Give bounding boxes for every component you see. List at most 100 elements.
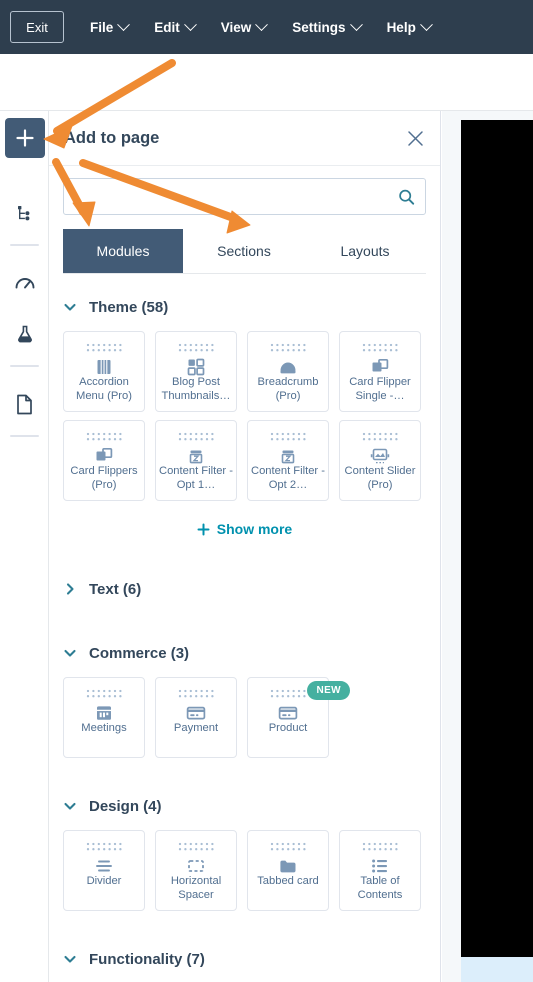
module-card[interactable]: Breadcrumb (Pro) <box>247 331 329 412</box>
module-card[interactable]: Card Flipper Single -… <box>339 331 421 412</box>
left-icon-rail <box>0 111 49 982</box>
menu-edit-label: Edit <box>154 19 180 35</box>
module-card-label: Accordion Menu (Pro) <box>76 376 132 402</box>
rail-optimize-button[interactable] <box>0 263 49 303</box>
drag-handle-icon <box>178 432 214 441</box>
module-card[interactable]: Meetings <box>63 677 145 758</box>
drag-handle[interactable] <box>362 430 398 441</box>
drag-handle[interactable] <box>86 840 122 851</box>
drag-handle[interactable] <box>270 430 306 441</box>
group-header-0[interactable]: Theme (58) <box>63 283 426 331</box>
sitemap-icon <box>17 206 29 221</box>
panel-header: Add to page <box>49 111 440 166</box>
drag-handle[interactable] <box>270 840 306 851</box>
menu-help-label: Help <box>386 19 416 35</box>
close-icon <box>408 130 423 146</box>
exit-button[interactable]: Exit <box>10 11 64 43</box>
page-title: Add to page <box>64 128 160 147</box>
chevron-down-icon <box>419 17 433 31</box>
group-title: Design (4) <box>89 797 162 815</box>
drag-handle-icon <box>362 432 398 441</box>
module-card-label: Divider <box>86 875 122 887</box>
card-row: Divider Horizontal Spacer Tabbed card Ta… <box>63 830 426 911</box>
drag-handle-icon <box>86 689 122 698</box>
search-icon[interactable] <box>398 188 415 205</box>
module-card[interactable]: Payment <box>155 677 237 758</box>
menu-file[interactable]: File <box>90 17 131 35</box>
chevron-down-icon <box>349 17 363 31</box>
page-preview-canvas[interactable] <box>461 120 533 957</box>
drag-handle[interactable] <box>86 430 122 441</box>
menu-view[interactable]: View <box>221 17 269 35</box>
module-card[interactable]: Table of Contents <box>339 830 421 911</box>
menu-settings-label: Settings <box>292 19 346 35</box>
card-row: Meetings Payment Product NEW <box>63 677 426 758</box>
chevron-down-icon <box>183 17 197 31</box>
drag-handle-icon <box>270 842 306 851</box>
module-card[interactable]: Accordion Menu (Pro) <box>63 331 145 412</box>
search-area <box>49 166 440 215</box>
drag-handle[interactable] <box>362 341 398 352</box>
drag-handle-icon <box>178 343 214 352</box>
drag-handle[interactable] <box>270 341 306 352</box>
module-card[interactable]: Tabbed card <box>247 830 329 911</box>
module-card-label: Product <box>268 722 308 734</box>
add-to-page-panel: Add to page Modules Sections Layouts The… <box>49 111 441 982</box>
group-header-2[interactable]: Commerce (3) <box>63 629 426 677</box>
drag-handle[interactable] <box>86 341 122 352</box>
menu-edit[interactable]: Edit <box>154 17 197 35</box>
plus-icon <box>197 523 210 535</box>
editor-window: Exit File Edit View Settings Help Add to… <box>0 0 533 982</box>
module-list[interactable]: Theme (58) Accordion Menu (Pro) Blog Pos… <box>49 283 440 982</box>
gauge-icon <box>15 278 34 289</box>
module-card-label: Meetings <box>81 722 127 734</box>
module-card[interactable]: Divider <box>63 830 145 911</box>
drag-handle[interactable] <box>178 687 214 698</box>
module-card[interactable]: Card Flippers (Pro) <box>63 420 145 501</box>
search-input[interactable] <box>64 179 425 214</box>
card-row: Card Flippers (Pro) Content Filter - Opt… <box>63 420 426 501</box>
drag-handle[interactable] <box>178 840 214 851</box>
group-title: Functionality (7) <box>89 950 205 968</box>
show-more-label: Show more <box>216 521 293 537</box>
group-header-4[interactable]: Functionality (7) <box>63 935 426 982</box>
menu-settings[interactable]: Settings <box>292 17 363 35</box>
module-card[interactable]: Content Filter - Opt 1… <box>155 420 237 501</box>
module-card[interactable]: Blog Post Thumbnails… <box>155 331 237 412</box>
group-title: Theme (58) <box>89 298 169 316</box>
rail-page-settings-button[interactable] <box>0 384 49 424</box>
group-header-3[interactable]: Design (4) <box>63 782 426 830</box>
tab-sections[interactable]: Sections <box>183 229 305 273</box>
tab-layouts[interactable]: Layouts <box>305 229 425 273</box>
rail-experiments-button[interactable] <box>0 314 49 354</box>
toolbar-strip <box>0 54 533 111</box>
module-card[interactable]: Horizontal Spacer <box>155 830 237 911</box>
status-badge: NEW <box>307 681 350 700</box>
drag-handle[interactable] <box>178 430 214 441</box>
rail-divider <box>10 435 39 437</box>
rail-add-button[interactable] <box>5 118 45 158</box>
module-card-label: Content Filter - Opt 2… <box>251 465 325 491</box>
module-card[interactable]: Product NEW <box>247 677 350 758</box>
close-panel-button[interactable] <box>407 130 424 147</box>
rail-divider <box>10 244 39 246</box>
rail-contents-tree-button[interactable] <box>0 193 49 233</box>
module-card-label: Payment <box>173 722 219 734</box>
tab-modules[interactable]: Modules <box>63 229 183 273</box>
drag-handle[interactable] <box>86 687 122 698</box>
search-box[interactable] <box>63 178 426 215</box>
drag-handle-icon <box>270 689 306 698</box>
menu-help[interactable]: Help <box>386 17 433 35</box>
document-icon <box>17 394 32 414</box>
group-header-1[interactable]: Text (6) <box>63 565 426 613</box>
drag-handle[interactable] <box>362 840 398 851</box>
drag-handle[interactable] <box>178 341 214 352</box>
drag-handle[interactable] <box>270 687 306 698</box>
module-card[interactable]: Content Slider (Pro) <box>339 420 421 501</box>
page-preview-footer <box>461 957 533 982</box>
drag-handle-icon <box>362 842 398 851</box>
drag-handle-icon <box>270 343 306 352</box>
show-more-button[interactable]: Show more <box>63 509 426 549</box>
module-card-label: Horizontal Spacer <box>170 875 222 901</box>
module-card[interactable]: Content Filter - Opt 2… <box>247 420 329 501</box>
